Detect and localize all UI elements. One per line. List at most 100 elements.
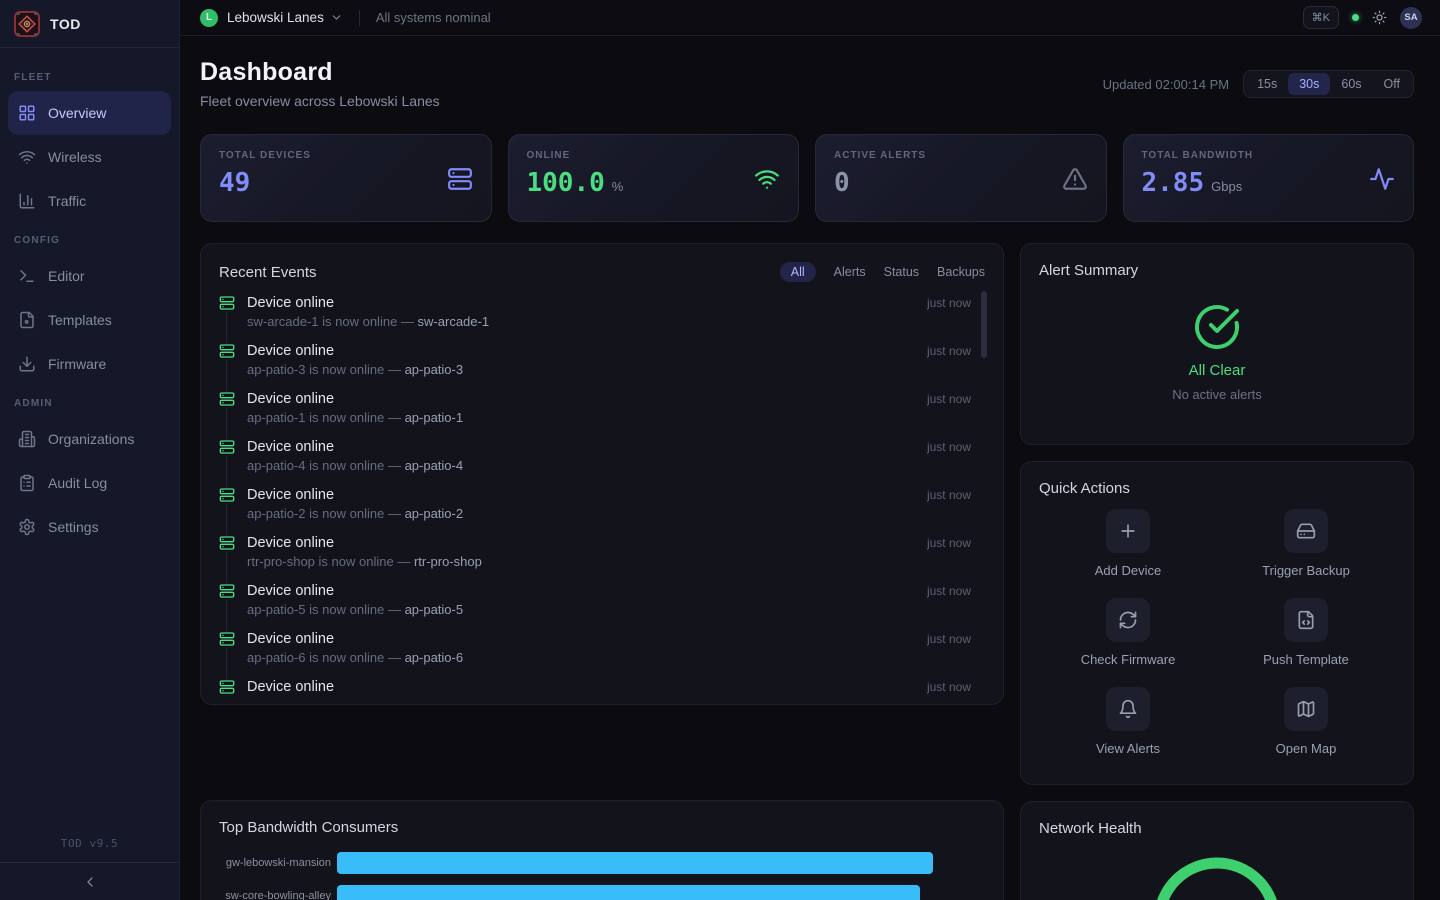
stat-label: TOTAL DEVICES	[219, 150, 473, 161]
events-list: Device onlinejust now sw-arcade-1 is now…	[219, 291, 985, 698]
sidebar-item-overview[interactable]: Overview	[8, 91, 171, 135]
event-time: just now	[927, 584, 985, 598]
events-tab-alerts[interactable]: Alerts	[834, 265, 866, 279]
topbar-right: ⌘K SA	[1303, 6, 1422, 29]
nav-section-admin: ADMIN	[14, 398, 165, 409]
server-icon	[219, 487, 235, 503]
event-row[interactable]: Device onlinejust now ap-patio-3 is now …	[219, 339, 985, 387]
action-push-template[interactable]: Push Template	[1217, 598, 1395, 687]
events-tab-status[interactable]: Status	[884, 265, 919, 279]
chevron-left-icon	[82, 874, 98, 890]
layout-grid-icon	[18, 104, 36, 122]
stat-label: ACTIVE ALERTS	[834, 150, 1088, 161]
events-tab-all[interactable]: All	[780, 262, 816, 282]
event-detail: sw-arcade-1 is now online — sw-arcade-1	[247, 314, 985, 329]
action-trigger-backup[interactable]: Trigger Backup	[1217, 509, 1395, 598]
bandwidth-bar	[337, 885, 920, 900]
refresh-option-15s[interactable]: 15s	[1246, 73, 1288, 95]
refresh-option-60s[interactable]: 60s	[1330, 73, 1372, 95]
event-detail: ap-patio-6 is now online — ap-patio-6	[247, 650, 985, 665]
events-scrollbar-thumb[interactable]	[981, 291, 987, 358]
quick-actions-title: Quick Actions	[1039, 480, 1130, 497]
action-label: Push Template	[1263, 652, 1349, 667]
stat-label: TOTAL BANDWIDTH	[1142, 150, 1396, 161]
action-view-alerts[interactable]: View Alerts	[1039, 687, 1217, 776]
server-icon	[219, 679, 235, 695]
bandwidth-bar	[337, 852, 933, 874]
stat-card-total-devices: TOTAL DEVICES 49	[200, 134, 492, 222]
action-add-device[interactable]: Add Device	[1039, 509, 1217, 598]
refresh-option-off[interactable]: Off	[1373, 73, 1411, 95]
action-check-firmware[interactable]: Check Firmware	[1039, 598, 1217, 687]
sidebar-item-traffic[interactable]: Traffic	[8, 179, 171, 223]
main-content: Dashboard Fleet overview across Lebowski…	[180, 36, 1440, 900]
org-avatar: L	[200, 9, 218, 27]
alert-triangle-icon	[1062, 166, 1088, 192]
event-row[interactable]: Device onlinejust now ap-patio-1 is now …	[219, 387, 985, 435]
command-palette-button[interactable]: ⌘K	[1303, 6, 1339, 29]
sidebar-item-label: Traffic	[48, 193, 86, 209]
server-icon	[219, 439, 235, 455]
status-dot	[1352, 14, 1359, 21]
sidebar-collapse-button[interactable]	[0, 862, 179, 900]
updated-timestamp: Updated 02:00:14 PM	[1103, 77, 1229, 92]
user-avatar[interactable]: SA	[1400, 7, 1422, 29]
event-time: just now	[927, 536, 985, 550]
hard-drive-icon	[1284, 509, 1328, 553]
content-right-column: Alert Summary All Clear No active alerts…	[1020, 243, 1414, 900]
stat-card-total-bandwidth: TOTAL BANDWIDTH 2.85 Gbps	[1123, 134, 1415, 222]
sidebar-footer: TOD v9.5	[0, 837, 179, 900]
event-row[interactable]: Device onlinejust now	[219, 675, 985, 698]
clipboard-icon	[18, 474, 36, 492]
file-code-icon	[1284, 598, 1328, 642]
org-switcher[interactable]: L Lebowski Lanes	[200, 9, 343, 27]
wifi-icon	[754, 166, 780, 192]
sidebar: TOD FLEET Overview Wireless Traffic	[0, 0, 180, 900]
server-icon	[447, 166, 473, 192]
alert-status-text: All Clear	[1189, 362, 1246, 379]
action-label: Check Firmware	[1081, 652, 1176, 667]
quick-actions-panel: Quick Actions Add Device Trigger Backup	[1020, 461, 1414, 785]
event-row[interactable]: Device onlinejust now ap-patio-5 is now …	[219, 579, 985, 627]
sidebar-item-label: Organizations	[48, 431, 134, 447]
terminal-icon	[18, 267, 36, 285]
page-header: Dashboard Fleet overview across Lebowski…	[200, 58, 1414, 109]
sidebar-item-organizations[interactable]: Organizations	[8, 417, 171, 461]
refresh-option-30s[interactable]: 30s	[1288, 73, 1330, 95]
event-row[interactable]: Device onlinejust now ap-patio-4 is now …	[219, 435, 985, 483]
sidebar-item-templates[interactable]: Templates	[8, 298, 171, 342]
map-icon	[1284, 687, 1328, 731]
event-time: just now	[927, 632, 985, 646]
alert-summary-title: Alert Summary	[1039, 262, 1138, 279]
building-icon	[18, 430, 36, 448]
server-icon	[219, 535, 235, 551]
bandwidth-row: gw-lebowski-mansion	[219, 852, 985, 874]
event-row[interactable]: Device onlinejust now rtr-pro-shop is no…	[219, 531, 985, 579]
events-tab-backups[interactable]: Backups	[937, 265, 985, 279]
activity-icon	[1369, 166, 1395, 192]
gear-icon	[18, 518, 36, 536]
sidebar-item-settings[interactable]: Settings	[8, 505, 171, 549]
health-gauge: 100	[1039, 851, 1395, 900]
sidebar-item-firmware[interactable]: Firmware	[8, 342, 171, 386]
sidebar-item-wireless[interactable]: Wireless	[8, 135, 171, 179]
event-title: Device online	[247, 631, 334, 647]
event-detail: ap-patio-4 is now online — ap-patio-4	[247, 458, 985, 473]
bandwidth-device-label: gw-lebowski-mansion	[219, 857, 331, 869]
event-title: Device online	[247, 295, 334, 311]
action-open-map[interactable]: Open Map	[1217, 687, 1395, 776]
file-icon	[18, 311, 36, 329]
sidebar-item-editor[interactable]: Editor	[8, 254, 171, 298]
event-title: Device online	[247, 487, 334, 503]
sidebar-item-audit-log[interactable]: Audit Log	[8, 461, 171, 505]
event-row[interactable]: Device onlinejust now sw-arcade-1 is now…	[219, 291, 985, 339]
event-row[interactable]: Device onlinejust now ap-patio-2 is now …	[219, 483, 985, 531]
stat-card-active-alerts: ACTIVE ALERTS 0	[815, 134, 1107, 222]
sun-icon[interactable]	[1372, 10, 1387, 25]
action-label: Trigger Backup	[1262, 563, 1350, 578]
event-title: Device online	[247, 391, 334, 407]
server-icon	[219, 631, 235, 647]
action-label: Add Device	[1095, 563, 1161, 578]
event-row[interactable]: Device online just now ap-patio-6 is now …	[219, 627, 985, 675]
top-bandwidth-panel: Top Bandwidth Consumers gw-lebowski-mans…	[200, 800, 1004, 900]
